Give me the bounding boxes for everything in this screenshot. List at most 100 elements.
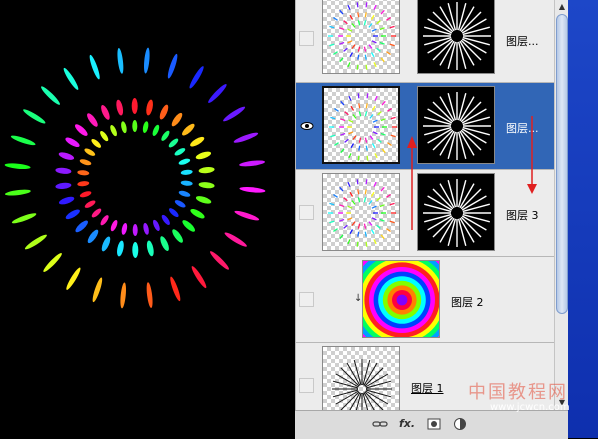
mini-petal [380, 132, 386, 136]
mini-petal [386, 194, 391, 198]
layer-row[interactable]: 图层 3 [296, 170, 555, 257]
layer-name[interactable]: 图层... [506, 120, 539, 136]
star-center [453, 32, 461, 40]
mini-petal [330, 134, 336, 138]
burst-petal [160, 236, 169, 251]
star-ray [432, 129, 454, 151]
mini-petal [351, 23, 356, 28]
mini-petal [351, 200, 356, 205]
layer-row[interactable]: 图层 1 [296, 343, 555, 424]
burst-petal [180, 169, 193, 175]
mini-petal [348, 95, 352, 101]
layer-name[interactable]: 图层... [506, 33, 539, 49]
layer-mask-icon[interactable] [426, 416, 442, 432]
mini-petal [364, 54, 367, 60]
burst-petal [117, 47, 124, 74]
mini-petal [358, 137, 362, 143]
star-center [453, 122, 461, 130]
layer-mask-thumbnail[interactable] [417, 0, 495, 74]
mini-petal [356, 241, 359, 247]
burst-petal [79, 159, 92, 166]
burst-petal [84, 148, 96, 156]
mini-petal [350, 105, 355, 111]
burst-petal [65, 137, 80, 148]
layers-panel: 图层... 图层... 图层 3 ↓ 图层 2 图层 1 [295, 0, 555, 424]
mini-petal [380, 57, 385, 63]
burst-petal [79, 191, 92, 198]
link-icon[interactable] [371, 416, 389, 432]
mini-petal [344, 138, 349, 143]
scroll-down-button[interactable]: ▼ [555, 396, 569, 410]
scroll-up-button[interactable]: ▲ [555, 0, 569, 14]
document-canvas[interactable] [0, 0, 295, 438]
mini-petal [358, 103, 361, 109]
mini-petal [339, 41, 345, 45]
mini-petal [363, 223, 367, 229]
layer-thumbnail[interactable] [322, 173, 400, 251]
mini-petal [347, 28, 353, 32]
mini-petal [389, 202, 395, 206]
mini-petal [376, 197, 381, 202]
mini-petal [357, 189, 360, 195]
burst-petal [84, 200, 96, 208]
mini-petal [368, 221, 373, 226]
layer-thumbnail[interactable] [322, 0, 400, 74]
mini-petal [379, 204, 385, 208]
mini-petal [369, 114, 374, 119]
layer-thumbnail[interactable] [322, 86, 400, 164]
burst-petal [101, 105, 110, 120]
mini-petal [368, 44, 373, 49]
layers-scrollbar[interactable]: ▲ ▼ [554, 0, 569, 410]
scroll-thumb[interactable] [556, 14, 568, 314]
burst-petal [180, 180, 193, 186]
mini-petal [363, 46, 367, 52]
mini-petal [387, 108, 392, 112]
visibility-toggle[interactable] [299, 378, 314, 393]
mini-petal [357, 223, 361, 229]
mini-petal [347, 4, 351, 10]
mini-petal [379, 27, 385, 31]
burst-petal [190, 136, 205, 147]
mini-petal [352, 114, 357, 119]
visibility-toggle[interactable] [299, 205, 314, 220]
star-ray [460, 188, 482, 210]
mini-petal [356, 2, 359, 8]
burst-petal [121, 121, 127, 134]
layers-bottom-toolbar: fx. [295, 410, 568, 439]
adjustment-layer-icon[interactable] [452, 416, 468, 432]
burst-petal [174, 200, 186, 208]
mini-petal [370, 14, 375, 20]
fx-button[interactable]: fx. [397, 416, 417, 432]
eye-icon[interactable] [300, 118, 314, 132]
burst-petal [233, 132, 259, 143]
burst-petal [117, 240, 124, 257]
layer-row-selected[interactable]: 图层... [296, 83, 555, 170]
burst-petal [146, 240, 154, 257]
layer-name[interactable]: 图层 1 [411, 380, 444, 396]
burst-petal [100, 215, 109, 226]
burst-petal [239, 160, 266, 167]
layer-name[interactable]: 图层 2 [451, 294, 484, 310]
layer-name[interactable]: 图层 3 [506, 207, 539, 223]
layer-row-top[interactable]: 图层... [296, 0, 555, 83]
mini-petal [368, 23, 373, 28]
visibility-toggle[interactable] [299, 31, 314, 46]
layer-thumbnail[interactable] [362, 260, 440, 338]
visibility-toggle[interactable] [299, 292, 314, 307]
layer-mask-thumbnail[interactable] [417, 173, 495, 251]
layer-mask-thumbnail[interactable] [417, 86, 495, 164]
burst-petal [4, 189, 31, 196]
mini-petal [371, 40, 377, 44]
mini-petal [389, 25, 395, 29]
burst-petal [101, 236, 111, 252]
mini-petal [381, 148, 386, 154]
mini-petal [386, 17, 391, 21]
burst-petal [91, 138, 101, 148]
mini-petal [379, 41, 385, 45]
mini-petal [377, 111, 382, 116]
mini-petal [329, 43, 335, 47]
layer-row[interactable]: ↓ 图层 2 [296, 257, 555, 343]
mini-petal [380, 9, 385, 15]
burst-petal [239, 186, 266, 193]
mini-petal [356, 179, 359, 185]
